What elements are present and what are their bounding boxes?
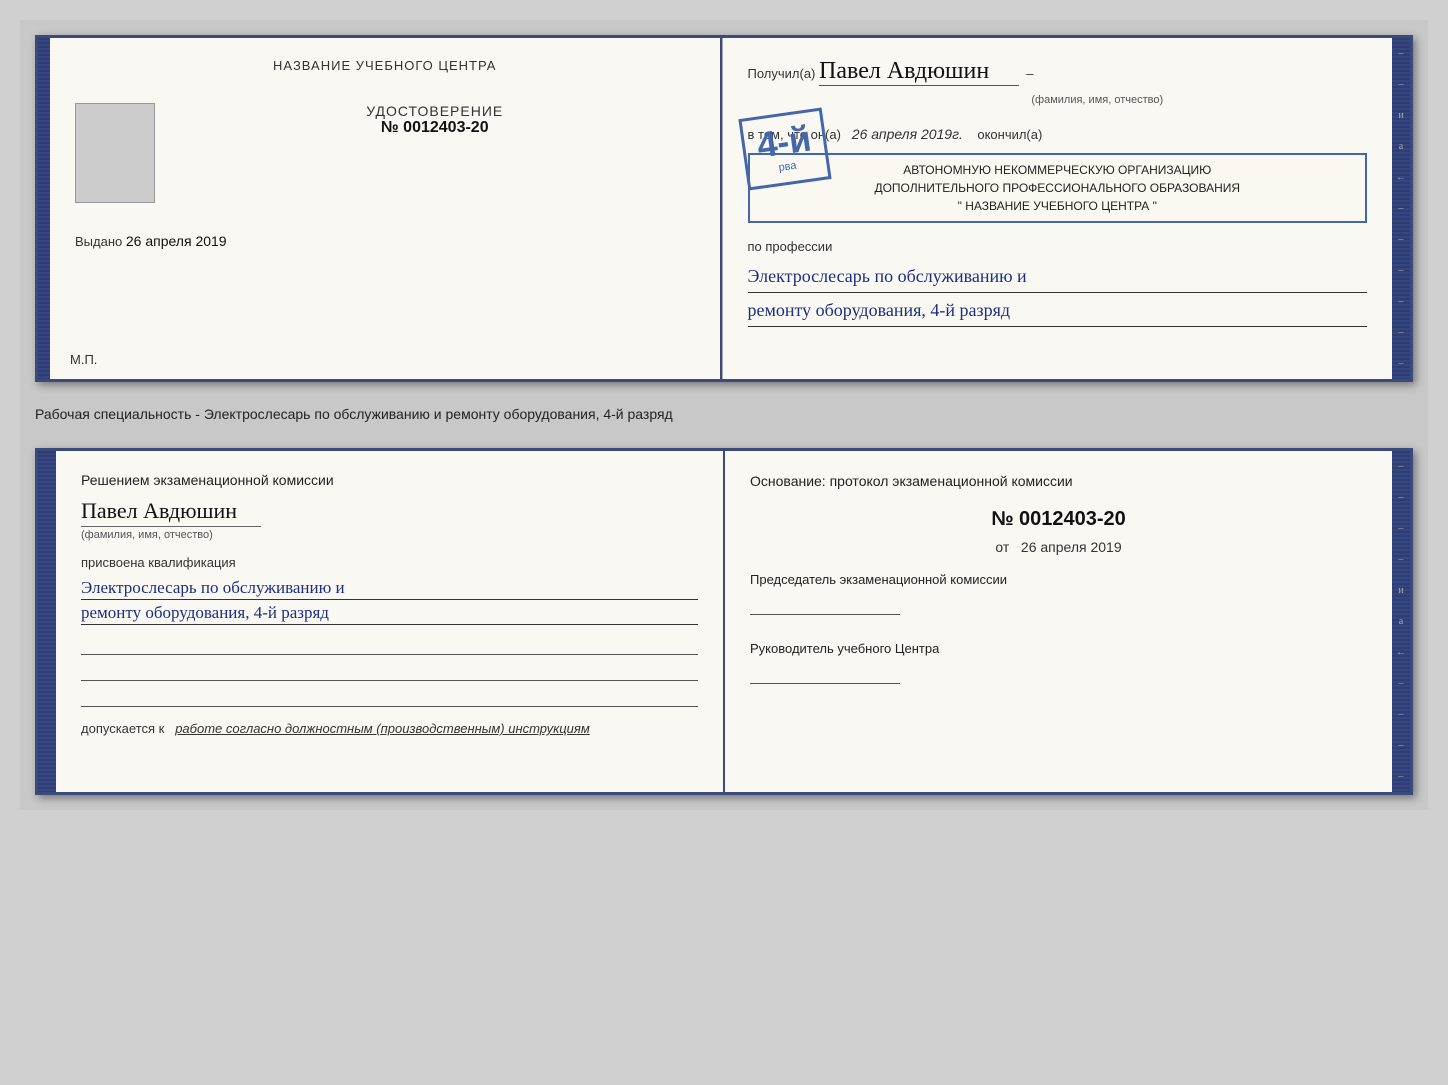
booklet-left-page: НАЗВАНИЕ УЧЕБНОГО ЦЕНТРА УДОСТОВЕРЕНИЕ №… xyxy=(50,38,722,379)
org-block: АВТОНОМНУЮ НЕКОММЕРЧЕСКУЮ ОРГАНИЗАЦИЮ ДО… xyxy=(748,153,1368,223)
blank-line-3 xyxy=(81,689,698,707)
director-sig-field xyxy=(750,666,900,684)
qualification-line1: Электрослесарь по обслуживанию и xyxy=(81,578,698,600)
chairman-label: Председатель экзаменационной комиссии xyxy=(750,571,1367,589)
bottom-edge-1: – xyxy=(1399,461,1404,472)
blank-line-1 xyxy=(81,637,698,655)
issued-line: Выдано 26 апреля 2019 xyxy=(75,233,695,249)
edge-char-6: – xyxy=(1399,203,1404,214)
issued-label: Выдано xyxy=(75,234,122,249)
bottom-right-spine: – – – – и а ← – – – – xyxy=(1392,451,1410,792)
top-certificate-booklet: НАЗВАНИЕ УЧЕБНОГО ЦЕНТРА УДОСТОВЕРЕНИЕ №… xyxy=(35,35,1413,382)
bottom-edge-5: и xyxy=(1398,585,1403,596)
edge-char-9: – xyxy=(1399,296,1404,307)
bottom-right-page: Основание: протокол экзаменационной коми… xyxy=(725,451,1392,792)
bottom-edge-2: – xyxy=(1399,492,1404,503)
допускается-section: допускается к работе согласно должностны… xyxy=(81,721,698,736)
training-center-title: НАЗВАНИЕ УЧЕБНОГО ЦЕНТРА xyxy=(75,58,695,73)
person-name-sub: (фамилия, имя, отчество) xyxy=(81,526,261,541)
edge-char-5: ← xyxy=(1396,172,1406,183)
допускается-text: работе согласно должностным (производств… xyxy=(175,721,590,736)
in-that-label: в том, что он(а) xyxy=(748,127,841,142)
org-line1: АВТОНОМНУЮ НЕКОММЕРЧЕСКУЮ ОРГАНИЗАЦИЮ xyxy=(756,161,1360,179)
decision-title: Решением экзаменационной комиссии xyxy=(81,471,698,491)
qualification-label: присвоена квалификация xyxy=(81,555,698,570)
bottom-edge-10: – xyxy=(1399,740,1404,751)
edge-char-10: – xyxy=(1399,327,1404,338)
date-from: 26 апреля 2019 xyxy=(1021,539,1122,555)
received-line: Получил(а) Павел Авдюшин – xyxy=(748,58,1368,86)
right-spine: – – и а ← – – – – – – xyxy=(1392,38,1410,379)
date-from-prefix: от xyxy=(995,539,1009,555)
certificate-info: УДОСТОВЕРЕНИЕ № 0012403-20 xyxy=(175,103,695,137)
bottom-edge-9: – xyxy=(1399,709,1404,720)
person-name: Павел Авдюшин xyxy=(81,498,698,524)
edge-char-2: – xyxy=(1399,79,1404,90)
profession-label: по профессии xyxy=(748,239,833,254)
date-from-line: от 26 апреля 2019 xyxy=(750,539,1367,555)
edge-char-3: и xyxy=(1398,110,1403,121)
blank-line-2 xyxy=(81,663,698,681)
profession-line1: Электрослесарь по обслуживанию и xyxy=(748,263,1368,293)
profession-line2: ремонту оборудования, 4-й разряд xyxy=(748,297,1368,327)
blank-lines-section xyxy=(81,637,698,707)
in-that-section: в том, что он(а) 26 апреля 2019г. окончи… xyxy=(748,124,1368,327)
bottom-edge-4: – xyxy=(1399,554,1404,565)
edge-char-1: – xyxy=(1399,48,1404,59)
doc-number: № 0012403-20 xyxy=(750,508,1367,531)
basis-label: Основание: протокол экзаменационной коми… xyxy=(750,471,1367,492)
bottom-left-page: Решением экзаменационной комиссии Павел … xyxy=(56,451,725,792)
left-spine xyxy=(38,38,50,379)
qualification-line2: ремонту оборудования, 4-й разряд xyxy=(81,603,698,625)
bottom-edge-11: – xyxy=(1399,771,1404,782)
director-block: Руководитель учебного Центра xyxy=(750,640,1367,689)
chairman-block: Председатель экзаменационной комиссии xyxy=(750,571,1367,620)
bottom-edge-6: а xyxy=(1399,616,1403,627)
issued-date: 26 апреля 2019 xyxy=(126,233,227,249)
mp-label: М.П. xyxy=(70,352,97,367)
recipient-name-wrapper: Павел Авдюшин xyxy=(819,58,1019,86)
recipient-name: Павел Авдюшин xyxy=(819,58,989,84)
director-label: Руководитель учебного Центра xyxy=(750,640,1367,658)
edge-char-7: – xyxy=(1399,234,1404,245)
cert-number: № 0012403-20 xyxy=(175,119,695,137)
bottom-edge-3: – xyxy=(1399,523,1404,534)
допускается-prefix: допускается к xyxy=(81,721,164,736)
name-sub-top: (фамилия, имя, отчество) xyxy=(987,94,1207,106)
edge-char-11: – xyxy=(1399,358,1404,369)
cert-label: УДОСТОВЕРЕНИЕ xyxy=(175,103,695,119)
qual-line-wrapper: Электрослесарь по обслуживанию и ремонту… xyxy=(81,578,698,625)
separator-text: Рабочая специальность - Электрослесарь п… xyxy=(35,400,1413,430)
bottom-certificate-booklet: Решением экзаменационной комиссии Павел … xyxy=(35,448,1413,795)
booklet-right-page: 4-й рва Получил(а) Павел Авдюшин – (фами… xyxy=(722,38,1393,379)
finished-label: окончил(а) xyxy=(977,127,1042,142)
bottom-left-spine xyxy=(38,451,56,792)
bottom-edge-7: ← xyxy=(1396,647,1406,658)
org-line2: ДОПОЛНИТЕЛЬНОГО ПРОФЕССИОНАЛЬНОГО ОБРАЗО… xyxy=(756,179,1360,197)
doc-number-block: № 0012403-20 xyxy=(750,508,1367,531)
edge-char-8: – xyxy=(1399,265,1404,276)
edge-char-4: а xyxy=(1399,141,1403,152)
org-name: " НАЗВАНИЕ УЧЕБНОГО ЦЕНТРА " xyxy=(756,197,1360,215)
chairman-sig-field xyxy=(750,597,900,615)
bottom-edge-8: – xyxy=(1399,678,1404,689)
photo-placeholder xyxy=(75,103,155,203)
cert-date: 26 апреля 2019г. xyxy=(852,126,963,142)
received-label: Получил(а) xyxy=(748,66,816,81)
